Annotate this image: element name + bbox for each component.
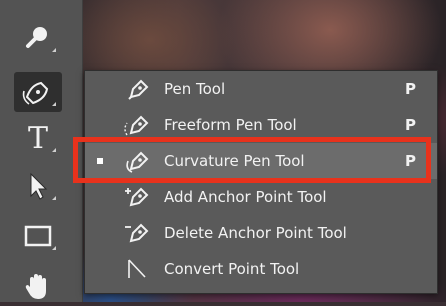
freeform-pen-icon (124, 115, 149, 136)
path-selection-tool-button[interactable] (14, 166, 62, 206)
pen-tools-flyout-menu: Pen Tool P Freeform Pen Tool P Curvature… (84, 70, 438, 294)
rectangle-tool-button[interactable] (14, 216, 62, 256)
tools-panel: T (0, 0, 83, 302)
menu-item-delete-anchor-point-tool[interactable]: Delete Anchor Point Tool (85, 215, 437, 251)
menu-item-label: Add Anchor Point Tool (164, 188, 327, 206)
magnifier-icon (26, 27, 47, 48)
menu-item-label: Delete Anchor Point Tool (164, 224, 347, 242)
menu-item-label: Curvature Pen Tool (164, 152, 305, 170)
menu-item-label: Freeform Pen Tool (164, 116, 297, 134)
convert-point-icon (128, 259, 146, 278)
type-icon: T (27, 120, 48, 156)
delete-anchor-point-icon (125, 223, 149, 243)
search-tool-button[interactable] (14, 18, 62, 58)
hand-icon (25, 274, 46, 299)
menu-item-curvature-pen-tool[interactable]: Curvature Pen Tool P (85, 143, 437, 179)
menu-item-label: Convert Point Tool (164, 260, 300, 278)
pen-icon (128, 79, 149, 100)
pen-tool-group-button[interactable] (14, 72, 62, 112)
add-anchor-point-icon (125, 187, 149, 207)
rectangle-icon (24, 225, 52, 247)
menu-item-label: Pen Tool (164, 80, 226, 98)
pen-tool-icon (22, 81, 49, 105)
curvature-pen-icon (126, 151, 149, 173)
menu-item-shortcut: P (405, 116, 416, 134)
hand-tool-button[interactable] (14, 266, 62, 306)
type-tool-button[interactable]: T (14, 118, 62, 158)
menu-item-add-anchor-point-tool[interactable]: Add Anchor Point Tool (85, 179, 437, 215)
menu-item-shortcut: P (405, 152, 416, 170)
arrow-cursor-icon (30, 172, 48, 200)
menu-item-freeform-pen-tool[interactable]: Freeform Pen Tool P (85, 107, 437, 143)
menu-item-convert-point-tool[interactable]: Convert Point Tool (85, 251, 437, 287)
menu-item-shortcut: P (405, 80, 416, 98)
selected-bullet-icon (97, 158, 103, 164)
menu-item-pen-tool[interactable]: Pen Tool P (85, 71, 437, 107)
